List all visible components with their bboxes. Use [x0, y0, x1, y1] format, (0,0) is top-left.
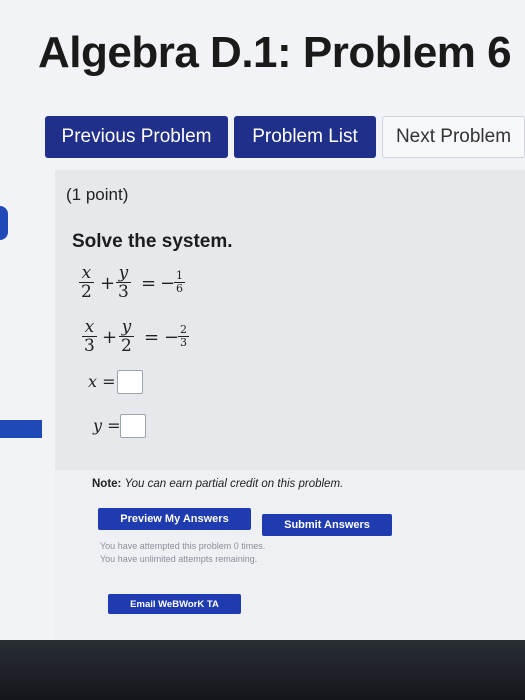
- eq2-term1-num: x: [84, 317, 95, 337]
- eq1-equals: =: [141, 273, 157, 294]
- submit-answers-button[interactable]: Submit Answers: [262, 514, 392, 536]
- eq1-term2: y 3: [116, 264, 131, 301]
- y-answer-input[interactable]: [120, 414, 146, 438]
- note-label: Note:: [92, 478, 122, 490]
- y-label: y =: [93, 416, 121, 435]
- monitor-bezel: [0, 640, 525, 700]
- eq2-plus: +: [102, 327, 118, 348]
- eq1-term1: x 2: [79, 264, 94, 301]
- eq2-term1: x 3: [82, 318, 97, 355]
- eq2-rhs: 2 3: [178, 324, 189, 349]
- eq1-rhs-den: 6: [174, 282, 185, 295]
- attempts-info: You have attempted this problem 0 times.…: [100, 540, 265, 566]
- eq2-term1-den: 3: [82, 336, 97, 356]
- attempts-count: You have attempted this problem 0 times.: [100, 541, 266, 551]
- attempts-remaining: You have unlimited attempts remaining.: [100, 554, 258, 564]
- eq2-minus: −: [164, 327, 180, 348]
- eq2-equals: =: [144, 327, 160, 348]
- eq1-term2-den: 3: [116, 282, 131, 302]
- previous-problem-button[interactable]: Previous Problem: [45, 116, 228, 158]
- partial-credit-note: Note: You can earn partial credit on thi…: [92, 478, 343, 490]
- screen: Algebra D.1: Problem 6 Previous Problem …: [0, 0, 525, 640]
- next-problem-button[interactable]: Next Problem: [382, 116, 525, 158]
- note-text: You can earn partial credit on this prob…: [124, 478, 344, 490]
- sidebar-tab[interactable]: [0, 206, 8, 240]
- eq2-term2-den: 2: [119, 336, 134, 356]
- sidebar-bar[interactable]: [0, 420, 42, 438]
- eq2-term2: y 2: [119, 318, 134, 355]
- eq2-rhs-den: 3: [178, 336, 189, 349]
- eq1-term2-num: y: [118, 263, 129, 283]
- eq2-rhs-num: 2: [180, 323, 187, 336]
- x-answer-input[interactable]: [117, 370, 143, 394]
- eq1-rhs-num: 1: [176, 269, 183, 282]
- eq1-rhs: 1 6: [174, 270, 185, 295]
- problem-instruction: Solve the system.: [72, 231, 233, 252]
- email-ta-button[interactable]: Email WeBWorK TA: [108, 594, 241, 614]
- eq1-plus: +: [100, 273, 116, 294]
- page-title: Algebra D.1: Problem 6: [38, 28, 512, 77]
- problem-list-button[interactable]: Problem List: [234, 116, 376, 158]
- eq2-term2-num: y: [121, 317, 132, 337]
- eq1-minus: −: [160, 273, 176, 294]
- eq1-term1-num: x: [81, 263, 92, 283]
- x-label: x =: [88, 372, 116, 391]
- eq1-term1-den: 2: [79, 282, 94, 302]
- preview-answers-button[interactable]: Preview My Answers: [98, 508, 251, 530]
- point-value: (1 point): [66, 185, 129, 204]
